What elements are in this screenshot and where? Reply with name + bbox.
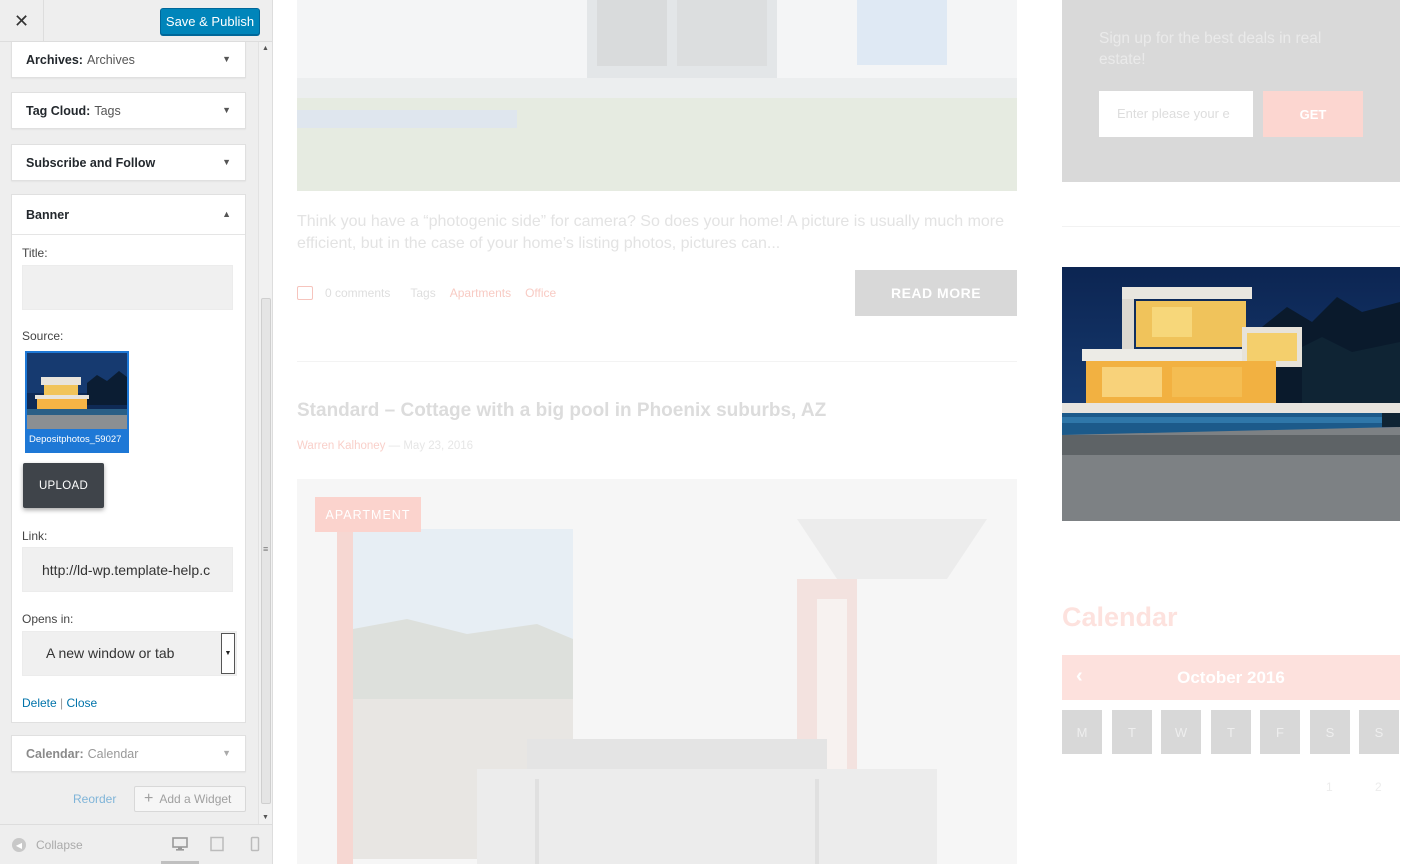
widget-title: Archives: xyxy=(26,52,83,67)
triangle-down-icon: ▼ xyxy=(222,748,231,758)
close-icon[interactable]: ✕ xyxy=(0,0,44,42)
sidebar-scrollbar[interactable]: ▲ ≡ ▼ xyxy=(258,42,272,824)
link-input[interactable]: http://ld-wp.template-help.c xyxy=(22,547,233,592)
desktop-icon[interactable] xyxy=(172,836,188,852)
comments-count[interactable]: 0 comments xyxy=(325,286,390,300)
widget-subtitle: Calendar xyxy=(87,746,139,761)
tag-link[interactable]: Office xyxy=(525,286,556,300)
title-input[interactable] xyxy=(22,265,233,310)
category-badge[interactable]: APARTMENT xyxy=(315,497,421,532)
link-label: Link: xyxy=(22,529,48,543)
opens-in-value: A new window or tab xyxy=(46,645,175,661)
collapse-label: Collapse xyxy=(36,838,83,852)
banner-widget-header[interactable]: Banner ▲ xyxy=(12,195,245,235)
opens-in-select[interactable]: A new window or tab ▼ xyxy=(22,631,237,676)
opens-in-label: Opens in: xyxy=(22,612,74,626)
upload-button[interactable]: UPLOAD xyxy=(23,463,104,508)
customizer-footer: ◀ Collapse xyxy=(0,824,272,864)
customizer-panel: ✕ Save & Publish Archives: Archives ▼ Ta… xyxy=(0,0,273,864)
email-field[interactable]: Enter please your e xyxy=(1099,91,1253,137)
calendar-day-header: S xyxy=(1310,710,1350,754)
scroll-up-icon[interactable]: ▲ xyxy=(262,45,269,52)
post-featured-image xyxy=(297,0,1017,191)
source-image-thumbnail[interactable]: Depositphotos_59027 xyxy=(25,351,129,453)
close-link[interactable]: Close xyxy=(67,696,98,710)
calendar-month: October 2016 xyxy=(1177,667,1285,687)
post-title[interactable]: Standard – Cottage with a big pool in Ph… xyxy=(297,400,826,422)
calendar-day-header: W xyxy=(1161,710,1201,754)
scroll-down-icon[interactable]: ▼ xyxy=(262,814,269,821)
widgets-list: Archives: Archives ▼ Tag Cloud: Tags ▼ S… xyxy=(0,42,272,824)
post-date: May 23, 2016 xyxy=(403,440,474,452)
post-excerpt: Think you have a “photogenic side” for c… xyxy=(297,213,1005,252)
triangle-up-icon: ▲ xyxy=(222,209,231,219)
add-widget-label: Add a Widget xyxy=(159,792,232,806)
signup-widget: Sign up for the best deals in real estat… xyxy=(1062,0,1400,182)
triangle-down-icon: ▼ xyxy=(222,157,231,167)
scrollbar-thumb[interactable]: ≡ xyxy=(261,298,271,804)
plus-icon: + xyxy=(144,790,154,807)
calendar-day-header: T xyxy=(1112,710,1152,754)
get-button[interactable]: GET xyxy=(1263,91,1363,137)
comment-icon xyxy=(297,286,313,300)
triangle-down-icon: ▼ xyxy=(222,105,231,115)
banner-image[interactable] xyxy=(1062,267,1400,521)
widget-archives[interactable]: Archives: Archives ▼ xyxy=(11,42,246,78)
grip-icon: ≡ xyxy=(263,544,269,554)
post-divider xyxy=(297,361,1017,362)
calendar-date[interactable]: 1 xyxy=(1326,780,1333,794)
calendar-day-header: T xyxy=(1211,710,1251,754)
house-thumbnail-image xyxy=(27,353,127,429)
add-widget-button[interactable]: + Add a Widget xyxy=(134,786,246,812)
widget-subscribe-follow[interactable]: Subscribe and Follow ▼ xyxy=(11,144,246,181)
source-filename: Depositphotos_59027 xyxy=(27,429,127,451)
calendar-day-header: S xyxy=(1359,710,1399,754)
calendar-header: ‹ October 2016 xyxy=(1062,655,1400,700)
banner-actions: Delete | Close xyxy=(22,696,97,710)
calendar-day-header: F xyxy=(1260,710,1300,754)
calendar-date[interactable]: 2 xyxy=(1375,780,1382,794)
triangle-down-icon: ▼ xyxy=(222,54,231,64)
tablet-icon[interactable] xyxy=(209,836,225,852)
mobile-icon[interactable] xyxy=(247,836,263,852)
delete-link[interactable]: Delete xyxy=(22,696,57,710)
sidebar-divider xyxy=(1062,226,1400,227)
site-preview: Think you have a “photogenic side” for c… xyxy=(273,0,1419,864)
title-label: Title: xyxy=(22,246,48,260)
link-separator: | xyxy=(60,696,64,710)
widget-title: Tag Cloud: xyxy=(26,103,91,118)
customizer-header: ✕ Save & Publish xyxy=(0,0,272,42)
collapse-button[interactable]: ◀ Collapse xyxy=(12,838,83,852)
widget-calendar[interactable]: Calendar: Calendar ▼ xyxy=(11,735,246,772)
widget-subtitle: Tags xyxy=(94,103,121,118)
banner-widget-title: Banner xyxy=(26,207,70,222)
chevron-left-icon[interactable]: ‹ xyxy=(1076,665,1083,688)
calendar-title: Calendar xyxy=(1062,602,1178,632)
tags-label: Tags xyxy=(410,286,436,300)
widget-subtitle: Archives xyxy=(86,52,135,67)
post-byline: Warren Kalhoney — May 23, 2016 xyxy=(297,440,473,452)
read-more-button[interactable]: READ MORE xyxy=(855,270,1017,316)
post-meta-row: 0 comments Tags Apartments Office xyxy=(297,286,556,300)
reorder-link[interactable]: Reorder xyxy=(73,792,116,806)
collapse-arrow-icon: ◀ xyxy=(12,838,26,852)
select-arrow-icon[interactable]: ▼ xyxy=(221,633,235,674)
post-image-interior xyxy=(297,479,1017,864)
post-author[interactable]: Warren Kalhoney xyxy=(297,440,385,452)
calendar-day-header: M xyxy=(1062,710,1102,754)
widget-title: Subscribe and Follow xyxy=(26,155,156,170)
source-label: Source: xyxy=(22,329,64,343)
widget-title: Calendar: xyxy=(26,746,84,761)
save-publish-button[interactable]: Save & Publish xyxy=(160,8,260,35)
tag-link[interactable]: Apartments xyxy=(450,286,511,300)
signup-text: Sign up for the best deals in real estat… xyxy=(1099,30,1322,68)
byline-separator: — xyxy=(388,440,401,452)
widget-banner-expanded: Banner ▲ Title: Source: Depositphotos_59… xyxy=(11,194,246,723)
widget-tag-cloud[interactable]: Tag Cloud: Tags ▼ xyxy=(11,92,246,129)
